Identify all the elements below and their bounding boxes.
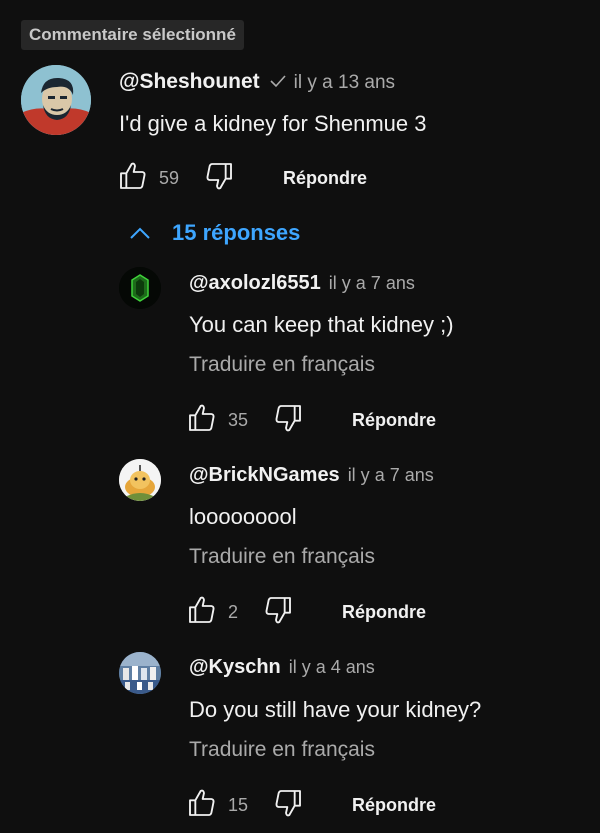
comment-time[interactable]: il y a 7 ans bbox=[329, 273, 415, 294]
selected-comment-badge: Commentaire sélectionné bbox=[21, 20, 244, 50]
verified-check-icon bbox=[270, 74, 286, 92]
dislike-icon bbox=[203, 160, 235, 197]
dislike-button[interactable] bbox=[272, 402, 304, 439]
reply-button[interactable]: Répondre bbox=[352, 410, 436, 431]
like-button[interactable]: 2 bbox=[186, 594, 238, 631]
avatar[interactable] bbox=[21, 65, 91, 135]
comment-text: You can keep that kidney ;) bbox=[189, 312, 454, 337]
reply-button[interactable]: Répondre bbox=[352, 795, 436, 816]
dislike-button[interactable] bbox=[203, 160, 235, 197]
dislike-icon bbox=[262, 594, 294, 631]
comment-text: Do you still have your kidney? bbox=[189, 697, 482, 722]
translate-link[interactable]: Traduire en français bbox=[189, 545, 375, 569]
like-button[interactable]: 59 bbox=[117, 160, 179, 197]
comment-author[interactable]: @axolozl6551 bbox=[189, 272, 321, 295]
like-icon bbox=[186, 787, 218, 824]
avatar[interactable] bbox=[119, 267, 161, 309]
like-icon bbox=[186, 594, 218, 631]
like-count: 15 bbox=[228, 795, 249, 815]
comment-time[interactable]: il y a 4 ans bbox=[289, 657, 375, 678]
dislike-button[interactable] bbox=[262, 594, 294, 631]
like-count: 2 bbox=[228, 602, 239, 622]
replies-toggle[interactable]: 15 réponses bbox=[128, 220, 300, 246]
avatar[interactable] bbox=[119, 652, 161, 694]
like-icon bbox=[186, 402, 218, 439]
comment-time[interactable]: il y a 13 ans bbox=[294, 72, 395, 94]
like-button[interactable]: 35 bbox=[186, 402, 248, 439]
dislike-button[interactable] bbox=[272, 787, 304, 824]
translate-link[interactable]: Traduire en français bbox=[189, 738, 375, 762]
dislike-icon bbox=[272, 402, 304, 439]
comment-time[interactable]: il y a 7 ans bbox=[348, 465, 434, 486]
comment-author[interactable]: @Kyschn bbox=[189, 656, 281, 679]
comment-author[interactable]: @Sheshounet bbox=[119, 70, 260, 94]
reply-button[interactable]: Répondre bbox=[342, 602, 426, 623]
dislike-icon bbox=[272, 787, 304, 824]
avatar[interactable] bbox=[119, 459, 161, 501]
chevron-up-icon bbox=[128, 225, 152, 241]
comment-author[interactable]: @BrickNGames bbox=[189, 464, 340, 487]
comment-text: looooooool bbox=[189, 504, 297, 529]
comment-text: I'd give a kidney for Shenmue 3 bbox=[119, 111, 427, 136]
like-button[interactable]: 15 bbox=[186, 787, 248, 824]
like-count: 35 bbox=[228, 410, 249, 430]
like-icon bbox=[117, 160, 149, 197]
replies-count-label: 15 réponses bbox=[172, 220, 301, 245]
like-count: 59 bbox=[159, 168, 180, 188]
translate-link[interactable]: Traduire en français bbox=[189, 353, 375, 377]
reply-button[interactable]: Répondre bbox=[283, 168, 367, 189]
